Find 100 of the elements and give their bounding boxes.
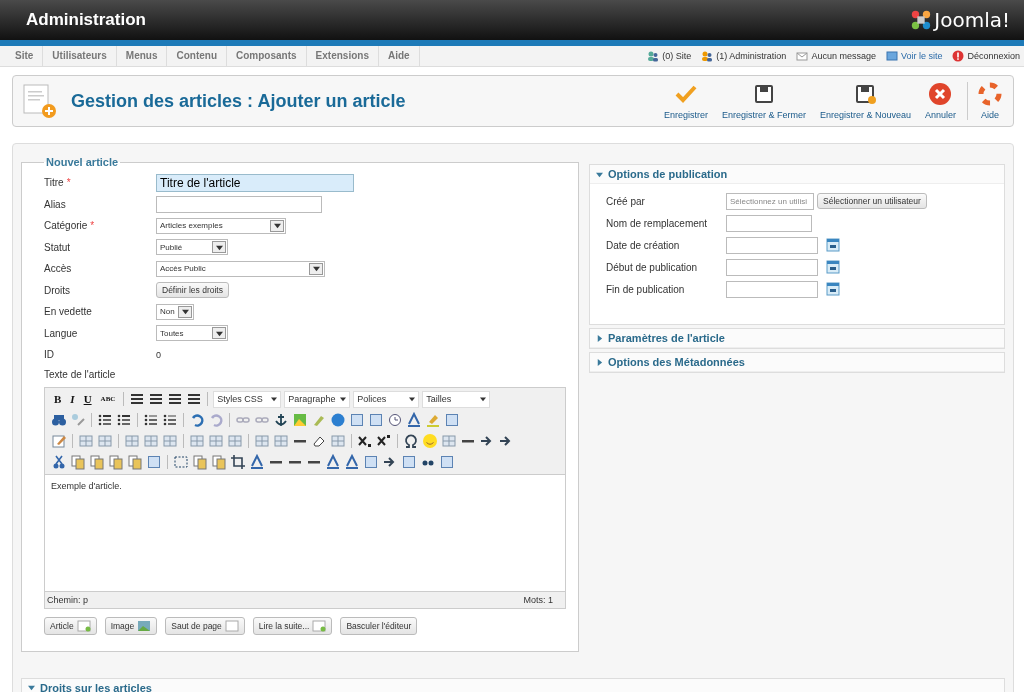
underline-icon[interactable] <box>406 412 422 428</box>
editor-dropdown[interactable]: Styles CSS <box>213 390 282 408</box>
table-icon[interactable] <box>189 433 205 449</box>
list-icon[interactable] <box>116 412 132 428</box>
table-icon[interactable] <box>97 433 113 449</box>
editor-button[interactable]: Article <box>44 616 97 635</box>
editor-button[interactable]: Basculer l'éditeur <box>340 616 418 635</box>
calendar-icon[interactable] <box>826 282 840 296</box>
users-icon <box>647 50 660 62</box>
dropdown[interactable]: Publié <box>156 239 228 256</box>
copy-icon[interactable] <box>192 454 208 470</box>
dropdown[interactable]: Toutes <box>156 325 228 342</box>
field-label: ID <box>44 349 54 361</box>
edit-icon[interactable] <box>51 433 67 449</box>
list-icon[interactable] <box>97 412 113 428</box>
editor-button[interactable]: Lire la suite... <box>252 616 333 635</box>
binoculars-icon[interactable] <box>51 412 67 428</box>
align-icon[interactable] <box>167 391 184 407</box>
indent-icon[interactable] <box>143 412 159 428</box>
panel-header[interactable]: Paramètres de l'article <box>590 329 1004 348</box>
date-field[interactable] <box>726 280 818 298</box>
underline-icon[interactable] <box>325 454 341 470</box>
anchor-icon[interactable] <box>273 412 289 428</box>
set-permissions-button[interactable]: Définir les droits <box>156 282 229 299</box>
status-link[interactable]: Aucun message <box>796 50 876 62</box>
menu-item[interactable]: Aide <box>378 46 420 66</box>
dropdown[interactable]: Accès Public <box>156 260 325 277</box>
cut-icon[interactable] <box>51 454 67 470</box>
format-button[interactable]: I <box>67 393 78 405</box>
menu-item[interactable]: Contenu <box>167 46 228 66</box>
triangle-icon <box>596 358 603 366</box>
align-icon[interactable] <box>148 391 165 407</box>
text-field[interactable]: Titre de l'article <box>156 173 354 192</box>
panel-header[interactable]: Droits sur les articles <box>22 678 1004 692</box>
menu-item[interactable]: Extensions <box>306 46 379 66</box>
text-field[interactable] <box>156 195 322 213</box>
format-button[interactable]: B <box>51 393 65 405</box>
date-field[interactable] <box>726 236 818 254</box>
caret-icon <box>480 396 487 402</box>
toolbar-button[interactable]: Annuler <box>921 82 959 120</box>
editor-dropdown[interactable]: Tailles <box>422 390 491 408</box>
caret-icon <box>215 329 223 337</box>
dashed-square-icon[interactable] <box>173 454 189 470</box>
symbol-icon[interactable] <box>403 433 419 449</box>
panel-header[interactable]: Options de publication <box>590 165 1004 184</box>
caret-icon <box>181 308 189 316</box>
menu-item[interactable]: Utilisateurs <box>43 46 117 66</box>
toolbar-button[interactable]: Aide <box>967 82 1005 120</box>
menu-item[interactable]: Site <box>6 46 44 66</box>
redo-icon[interactable] <box>208 412 224 428</box>
copy-icon[interactable] <box>127 454 143 470</box>
date-field[interactable] <box>726 258 818 276</box>
status-link[interactable]: Voir le site <box>885 50 943 62</box>
table-icon[interactable] <box>208 433 224 449</box>
text-field[interactable] <box>726 214 812 232</box>
underline-icon[interactable] <box>344 454 360 470</box>
editor-text-area[interactable]: Exemple d'article. <box>45 473 565 592</box>
align-icon[interactable] <box>129 391 146 407</box>
caret-icon <box>271 396 278 402</box>
align-icon[interactable] <box>186 391 203 407</box>
status-link[interactable]: Déconnexion <box>952 50 1020 62</box>
square-icon[interactable] <box>146 454 162 470</box>
underline-icon[interactable] <box>249 454 265 470</box>
table-icon[interactable] <box>78 433 94 449</box>
calendar-icon[interactable] <box>826 238 840 252</box>
editor-dropdown[interactable]: Paragraphe <box>284 390 351 408</box>
editor-button[interactable]: Saut de page <box>165 616 245 635</box>
table-icon[interactable] <box>227 433 243 449</box>
dropdown[interactable]: Articles exemples <box>156 217 286 234</box>
editor-button[interactable]: Image <box>104 616 158 635</box>
editor-dropdown[interactable]: Polices <box>353 390 420 408</box>
indent-icon[interactable] <box>162 412 178 428</box>
marker-icon[interactable] <box>425 412 441 428</box>
table-icon[interactable] <box>143 433 159 449</box>
table-icon[interactable] <box>162 433 178 449</box>
menu-item[interactable]: Menus <box>116 46 168 66</box>
table-icon[interactable] <box>254 433 270 449</box>
toolbar-button[interactable]: Enregistrer <box>660 82 711 120</box>
square-icon[interactable] <box>368 412 384 428</box>
dropdown[interactable]: Non <box>156 303 194 320</box>
copy-icon[interactable] <box>70 454 86 470</box>
crop-icon[interactable] <box>230 454 246 470</box>
page-plus-icon <box>76 619 91 632</box>
menu-item[interactable]: Composants <box>227 46 307 66</box>
calendar-icon[interactable] <box>826 260 840 274</box>
table-icon[interactable] <box>124 433 140 449</box>
toolbar-button[interactable]: Enregistrer & Nouveau <box>816 82 914 120</box>
clock-icon[interactable] <box>387 412 403 428</box>
undo-icon[interactable] <box>189 412 205 428</box>
square-icon[interactable] <box>349 412 365 428</box>
status-link[interactable]: (1) Administration <box>701 50 787 62</box>
user-field[interactable]: Sélectionnez un utilisi <box>726 192 814 210</box>
select-user-button[interactable]: Sélectionner un utilisateur <box>817 193 927 209</box>
square-icon[interactable] <box>444 412 460 428</box>
copy-icon[interactable] <box>89 454 105 470</box>
panel-header[interactable]: Options des Métadonnées <box>590 353 1004 372</box>
toolbar-button[interactable]: Enregistrer & Fermer <box>718 82 809 120</box>
format-button[interactable]: U <box>80 393 95 405</box>
copy-icon[interactable] <box>108 454 124 470</box>
status-link[interactable]: (0) Site <box>647 50 692 62</box>
